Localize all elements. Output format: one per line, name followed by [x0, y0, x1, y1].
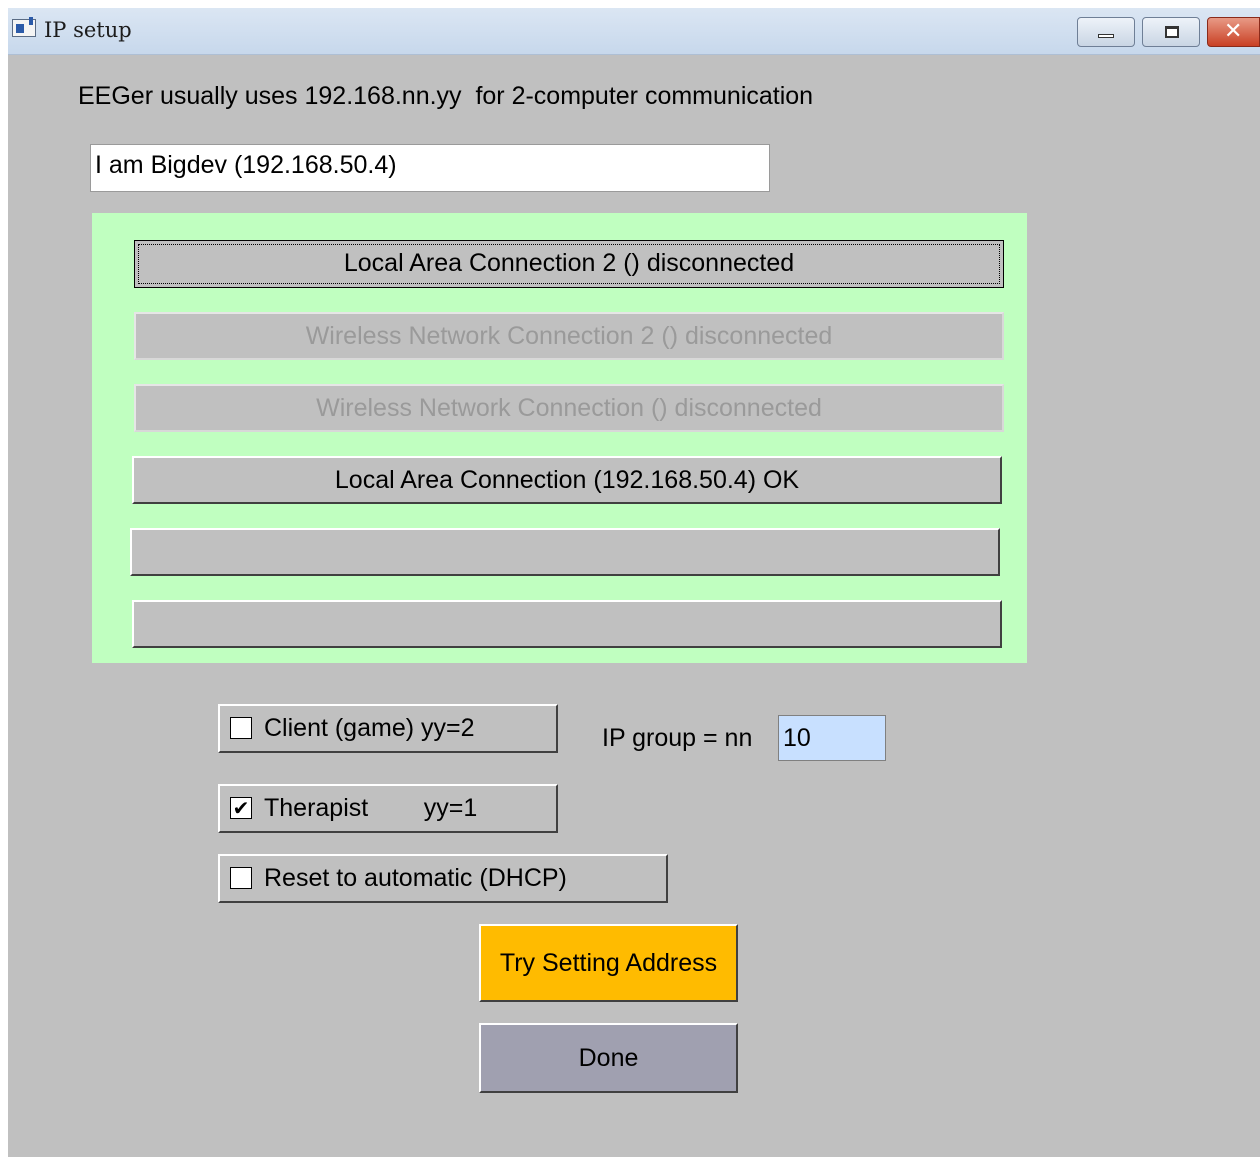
- connections-panel: Local Area Connection 2 () disconnected …: [92, 213, 1027, 663]
- connection-button-wireless-2: Wireless Network Connection 2 () disconn…: [134, 312, 1004, 360]
- client-game-checkbox[interactable]: Client (game) yy=2: [218, 704, 558, 753]
- app-window-icon[interactable]: [12, 17, 36, 37]
- ip-group-label: IP group = nn: [602, 724, 753, 752]
- connection-button-local-area-2[interactable]: Local Area Connection 2 () disconnected: [134, 240, 1004, 288]
- minimize-button[interactable]: [1077, 17, 1135, 47]
- identity-field[interactable]: I am Bigdev (192.168.50.4): [90, 144, 770, 192]
- ip-setup-window: IP setup ✕ EEGer usually uses 192.168.nn…: [8, 8, 1260, 1157]
- window-title: IP setup: [44, 18, 132, 42]
- try-setting-address-button[interactable]: Try Setting Address: [479, 924, 738, 1002]
- title-bar[interactable]: IP setup ✕: [8, 8, 1260, 55]
- minimize-icon: [1098, 34, 1114, 38]
- checkbox-client-box[interactable]: [230, 717, 252, 739]
- checkbox-therapist-box[interactable]: ✔: [230, 797, 252, 819]
- connection-button-empty-2[interactable]: [132, 600, 1002, 648]
- connection-button-empty-1[interactable]: [130, 528, 1000, 576]
- dhcp-reset-checkbox[interactable]: Reset to automatic (DHCP): [218, 854, 668, 903]
- close-button[interactable]: ✕: [1207, 17, 1260, 47]
- ip-group-input[interactable]: 10: [778, 715, 886, 761]
- maximize-icon: [1165, 26, 1179, 38]
- checkbox-therapist-label: Therapist yy=1: [264, 794, 478, 822]
- close-icon: ✕: [1224, 19, 1243, 44]
- done-button[interactable]: Done: [479, 1023, 738, 1093]
- connection-button-wireless: Wireless Network Connection () disconnec…: [134, 384, 1004, 432]
- therapist-checkbox[interactable]: ✔ Therapist yy=1: [218, 784, 558, 833]
- checkbox-client-label: Client (game) yy=2: [264, 714, 475, 742]
- maximize-button[interactable]: [1142, 17, 1200, 47]
- info-text: EEGer usually uses 192.168.nn.yy for 2-c…: [78, 82, 814, 110]
- checkbox-dhcp-label: Reset to automatic (DHCP): [264, 864, 567, 892]
- connection-button-local-area[interactable]: Local Area Connection (192.168.50.4) OK: [132, 456, 1002, 504]
- checkbox-dhcp-box[interactable]: [230, 867, 252, 889]
